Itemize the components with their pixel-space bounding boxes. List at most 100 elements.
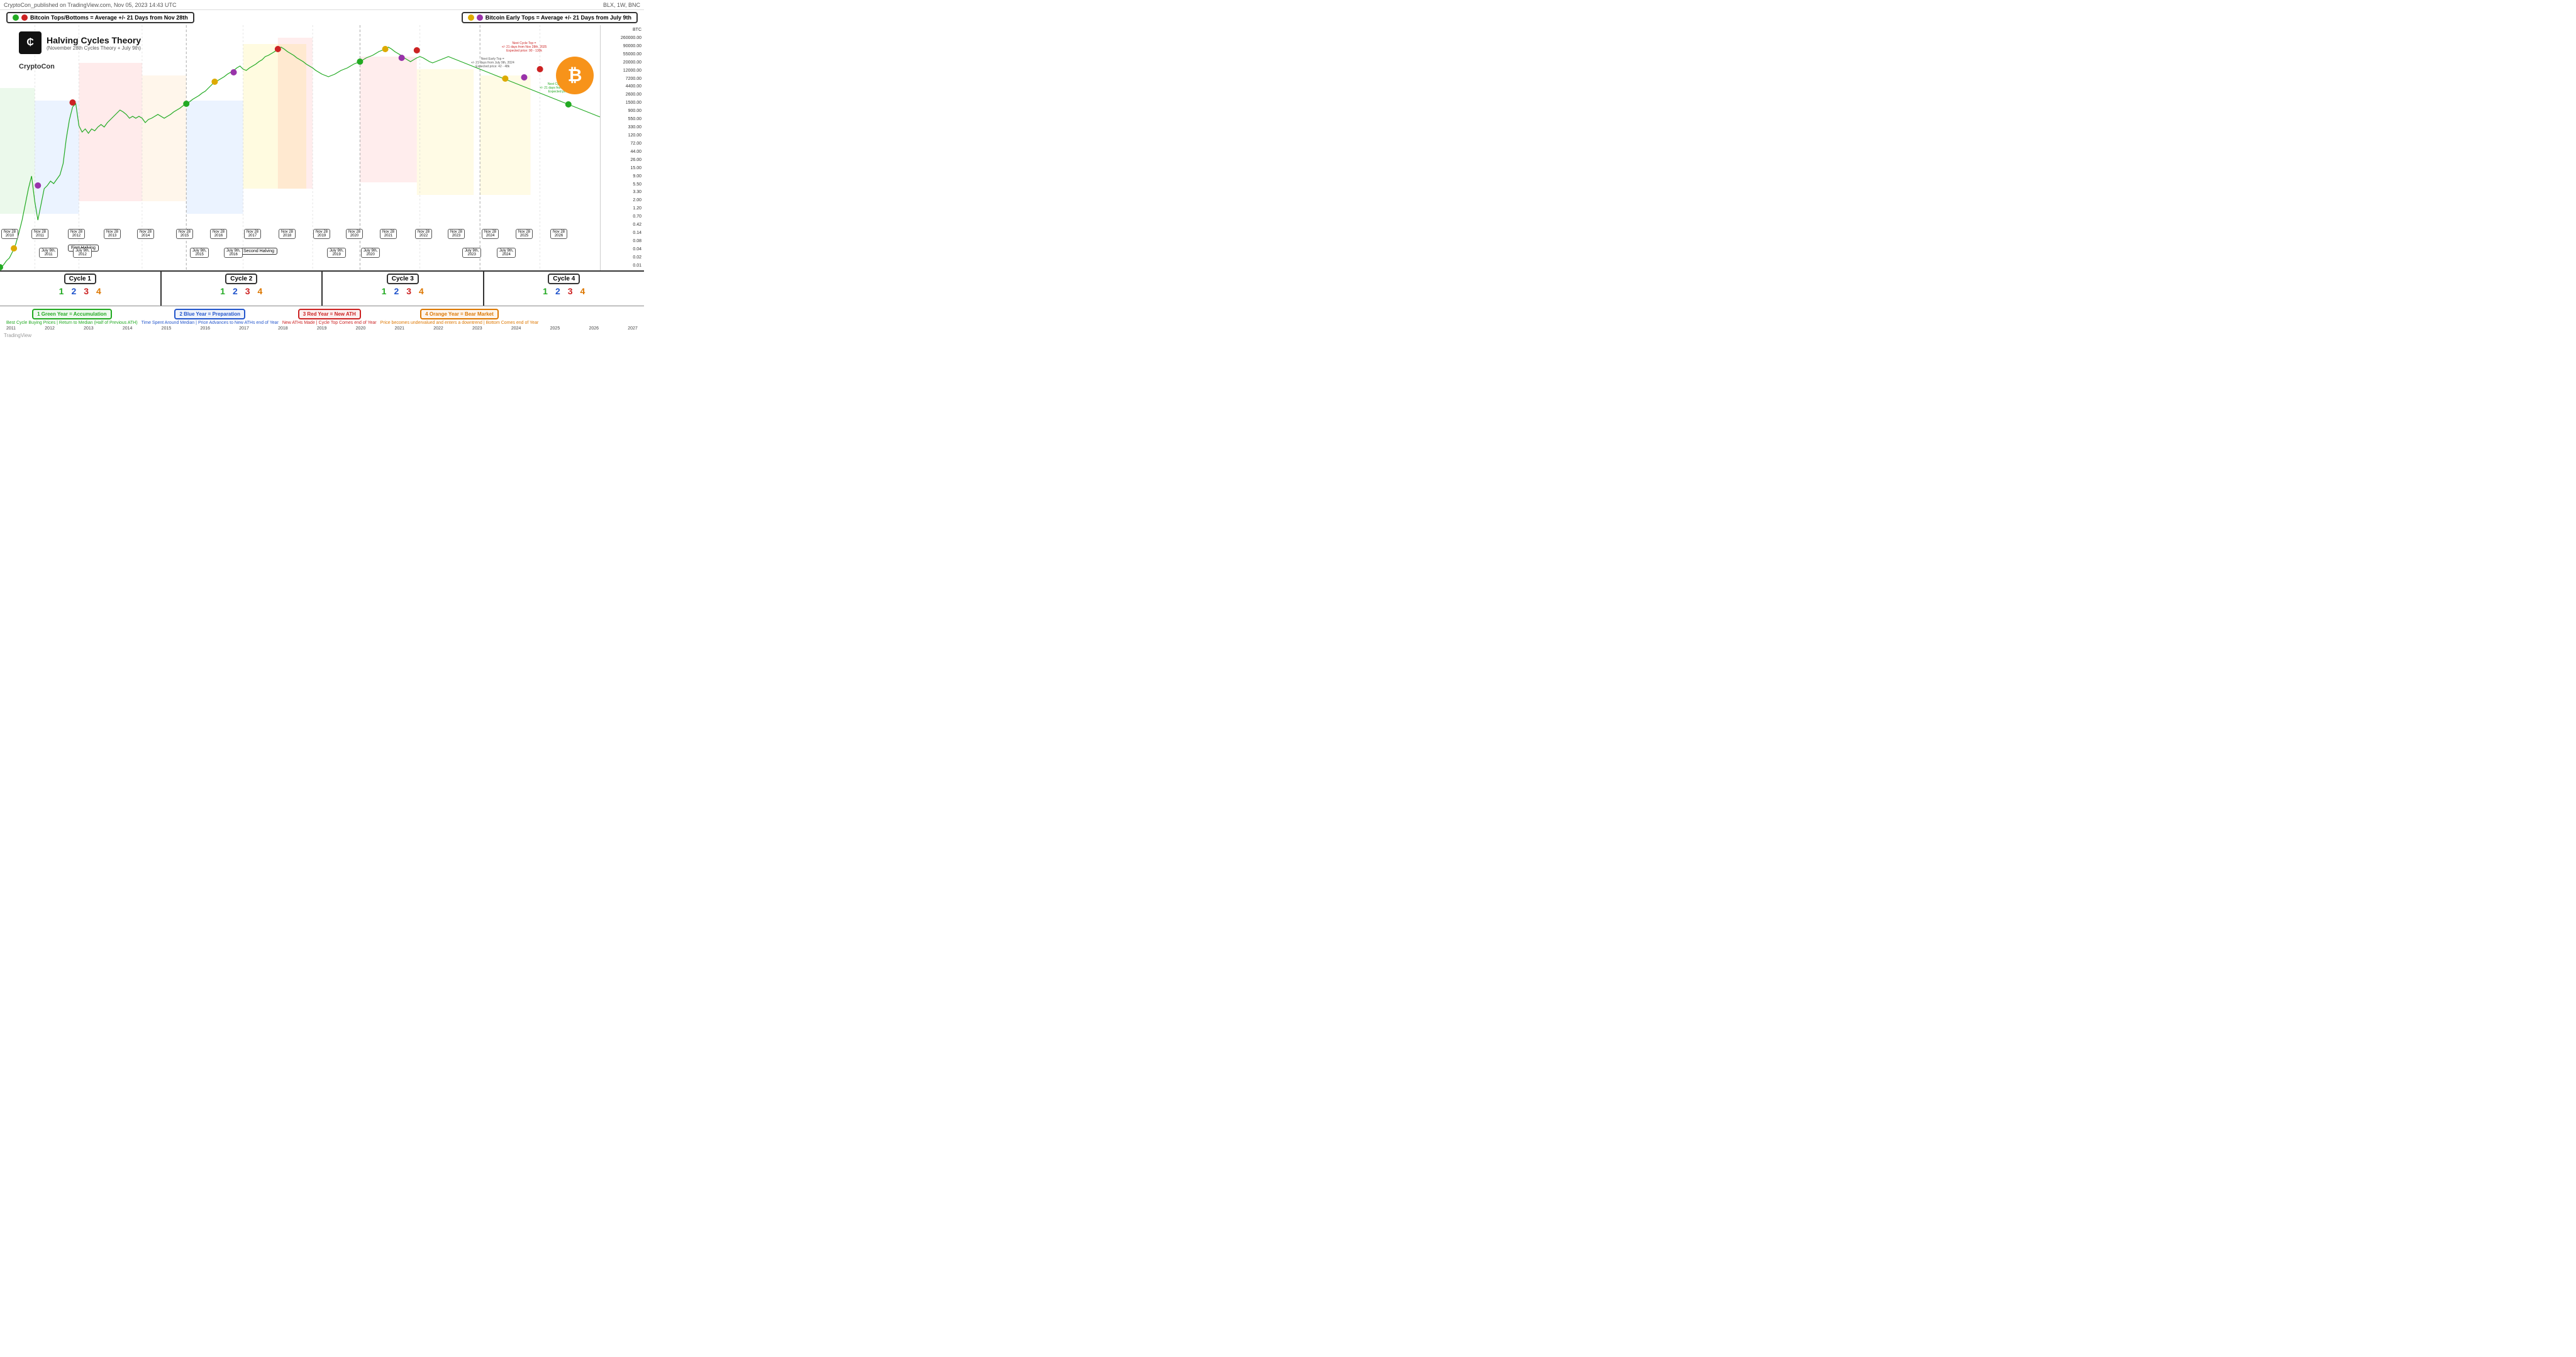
year-red-text: 3 Red Year = New ATH — [303, 311, 356, 317]
year-label-orange: 4 Orange Year = Bear Market — [420, 309, 499, 319]
year-orange-desc: Price becomes undervalued and enters a d… — [380, 321, 539, 325]
c4-num1: 1 — [543, 286, 548, 296]
year-2027: 2027 — [628, 326, 638, 331]
dot-yellow — [468, 14, 474, 21]
shade-c2-blue — [186, 101, 243, 214]
dot-green — [13, 14, 19, 21]
year-labels-row: 1 Green Year = Accumulation Best Cycle B… — [0, 306, 644, 325]
date-july9-2024: July 9th,2024 — [497, 248, 516, 258]
svg-text:Expected price: 90 - 130k: Expected price: 90 - 130k — [506, 49, 542, 53]
year-label-blue: 2 Blue Year = Preparation — [174, 309, 245, 319]
published-info: CryptoCon_published on TradingView.com, … — [4, 2, 177, 8]
main-container: CryptoCon_published on TradingView.com, … — [0, 0, 644, 340]
date-nov28-2026: Nov 282026 — [550, 229, 567, 239]
second-halving-box: Second Halving — [240, 248, 277, 255]
year-2015: 2015 — [162, 326, 172, 331]
price-0-14: 0.14 — [603, 231, 641, 235]
shade-c1-red — [79, 63, 142, 201]
tradingview-logo: TradingView — [4, 333, 31, 338]
shade-c4-yellow — [480, 75, 530, 195]
date-nov28-2021: Nov 282021 — [380, 229, 397, 239]
dot-purple — [477, 14, 483, 21]
date-nov28-2014: Nov 282014 — [137, 229, 154, 239]
legend-left: Bitcoin Tops/Bottoms = Average +/- 21 Da… — [6, 12, 194, 23]
price-12k: 12000.00 — [603, 69, 641, 73]
date-nov28-2010: Nov 282010 — [1, 229, 18, 239]
year-green-desc: Best Cycle Buying Prices | Return to Med… — [6, 321, 138, 325]
dot-c3-bottom — [357, 58, 363, 65]
cycle-4-box: Cycle 4 1 2 3 4 — [484, 272, 645, 306]
chart-title: Halving Cycles Theory — [47, 35, 141, 45]
dot-c2-purple — [231, 69, 237, 75]
c2-num2: 2 — [233, 286, 238, 296]
year-2017: 2017 — [239, 326, 249, 331]
price-9: 9.00 — [603, 174, 641, 179]
price-72: 72.00 — [603, 141, 641, 146]
year-2025: 2025 — [550, 326, 560, 331]
cycle-3-box: Cycle 3 1 2 3 4 — [323, 272, 484, 306]
dot-c2-top — [275, 46, 281, 52]
price-0-7: 0.70 — [603, 214, 641, 219]
year-2014: 2014 — [123, 326, 133, 331]
year-orange-text: 4 Orange Year = Bear Market — [425, 311, 494, 317]
dot-c4-early — [502, 75, 508, 82]
c4-num4: 4 — [580, 286, 586, 296]
shade-c1-green — [0, 88, 35, 214]
dot-c2-bottom — [183, 101, 189, 107]
dot-c4-top-expected — [537, 66, 543, 72]
year-2016: 2016 — [200, 326, 210, 331]
price-2: 2.00 — [603, 198, 641, 202]
year-label-red: 3 Red Year = New ATH — [298, 309, 361, 319]
year-2019: 2019 — [317, 326, 327, 331]
date-nov28-2012: Nov 282012 — [68, 229, 85, 239]
shade-c3-red — [360, 57, 416, 182]
cycle-boxes-row: Cycle 1 1 2 3 4 Cycle 2 1 2 3 4 Cycle 3 — [0, 272, 644, 306]
c1-num2: 2 — [71, 286, 76, 296]
year-2023: 2023 — [472, 326, 482, 331]
c2-num1: 1 — [220, 286, 225, 296]
year-2021: 2021 — [394, 326, 404, 331]
date-nov28-2023: Nov 282023 — [448, 229, 465, 239]
cycle-4-label: Cycle 4 — [548, 274, 580, 284]
price-330: 330.00 — [603, 125, 641, 130]
year-2026: 2026 — [589, 326, 599, 331]
year-green-text: 1 Green Year = Accumulation — [37, 311, 107, 317]
date-july9-2011: July 9th,2011 — [39, 248, 58, 258]
legend-row: Bitcoin Tops/Bottoms = Average +/- 21 Da… — [0, 10, 644, 25]
price-0-08: 0.08 — [603, 239, 641, 243]
c2-num4: 4 — [258, 286, 263, 296]
price-55k: 55000.00 — [603, 52, 641, 57]
shade-c3-yellow — [417, 69, 474, 195]
chart-subtitle: (November 28th Cycles Theory + July 9th) — [47, 45, 141, 51]
c2-num3: 3 — [245, 286, 250, 296]
c1-num4: 4 — [96, 286, 101, 296]
cycle-2-label: Cycle 2 — [225, 274, 257, 284]
dot-c2-early — [211, 79, 218, 85]
price-7200: 7200.00 — [603, 77, 641, 81]
shade-c2-red — [278, 38, 313, 189]
date-nov28-2017: Nov 282017 — [244, 229, 261, 239]
cycle-2-box: Cycle 2 1 2 3 4 — [162, 272, 323, 306]
btc-logo: ₿ — [556, 57, 594, 94]
dot-c1-early — [11, 245, 17, 252]
year-label-green: 1 Green Year = Accumulation — [32, 309, 112, 319]
cycle-3-label: Cycle 3 — [387, 274, 419, 284]
price-0-42: 0.42 — [603, 223, 641, 227]
svg-text:Expected price: 42 - 48k: Expected price: 42 - 48k — [475, 65, 510, 69]
dot-c3-top — [414, 47, 420, 53]
tradingview-label: TradingView — [4, 333, 31, 338]
date-july9-2020: July 9th,2020 — [361, 248, 380, 258]
year-2022: 2022 — [433, 326, 443, 331]
price-1500: 1500.00 — [603, 101, 641, 105]
price-900: 900.00 — [603, 109, 641, 113]
c3-num4: 4 — [419, 286, 424, 296]
c1-num3: 3 — [84, 286, 89, 296]
second-halving-label: Second Halving — [243, 249, 274, 253]
top-bar: CryptoCon_published on TradingView.com, … — [0, 0, 644, 10]
year-2024: 2024 — [511, 326, 521, 331]
price-0-01: 0.01 — [603, 263, 641, 268]
c4-num2: 2 — [555, 286, 560, 296]
cycle-1-box: Cycle 1 1 2 3 4 — [0, 272, 162, 306]
c3-num1: 1 — [382, 286, 387, 296]
price-550: 550.00 — [603, 117, 641, 121]
